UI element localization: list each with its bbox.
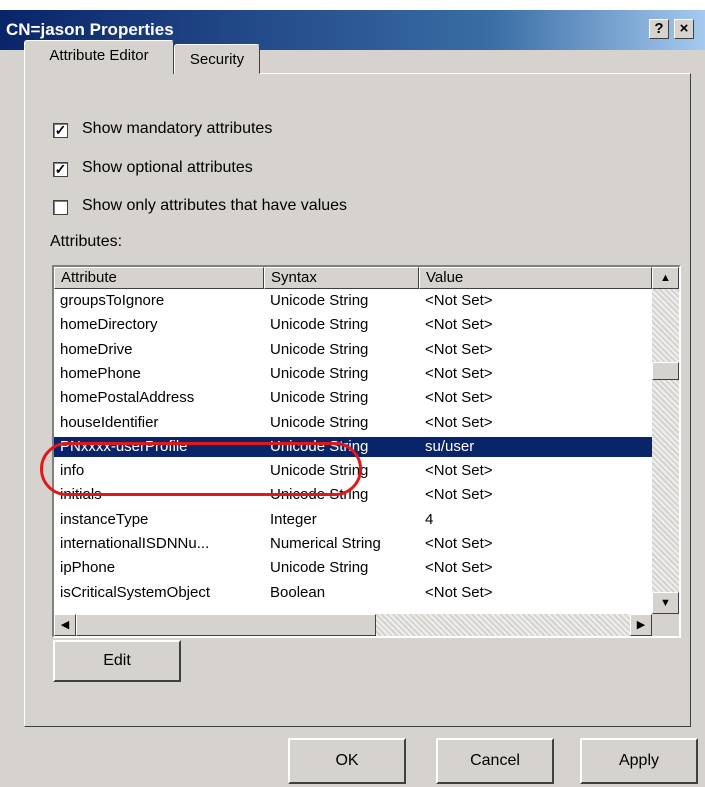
table-row[interactable]: initials Unicode String <Not Set> (54, 485, 652, 505)
window-title: CN=jason Properties (6, 20, 174, 39)
value-cell: <Not Set> (425, 559, 493, 577)
help-button[interactable]: ? (649, 19, 669, 39)
value-cell: <Not Set> (425, 462, 493, 480)
table-row[interactable]: homePostalAddress Unicode String <Not Set> (54, 388, 652, 408)
attribute-cell: PNxxxx-userProfile (60, 437, 188, 455)
table-row[interactable]: internationalISDNNu... Numerical String <N… (54, 534, 652, 554)
syntax-cell: Unicode String (270, 462, 369, 480)
value-cell: <Not Set> (425, 535, 493, 552)
syntax-cell: Unicode String (270, 437, 369, 455)
close-button[interactable]: × (674, 19, 694, 39)
table-row[interactable]: homePhone Unicode String <Not Set> (54, 364, 652, 384)
syntax-cell: Unicode String (270, 364, 369, 382)
value-cell: <Not Set> (425, 340, 493, 358)
scroll-down-button[interactable]: ▼ (652, 592, 679, 614)
mandatory-label: Show mandatory attributes (82, 120, 273, 137)
column-header-attribute[interactable]: Attribute (54, 267, 264, 289)
optional-checkbox[interactable]: ✓ (53, 162, 68, 177)
table-row[interactable]: homeDrive Unicode String <Not Set> (54, 340, 652, 360)
syntax-cell: Unicode String (270, 413, 369, 431)
horizontal-scrollbar[interactable]: ◀ ▶ (54, 614, 652, 636)
attribute-cell: homeDrive (60, 340, 133, 358)
syntax-cell: Integer (270, 510, 317, 528)
attribute-cell: houseIdentifier (60, 413, 159, 431)
scroll-thumb[interactable] (652, 362, 679, 380)
syntax-cell: Unicode String (270, 389, 369, 407)
values-only-label: Show only attributes that have values (82, 197, 348, 214)
scroll-up-button[interactable]: ▲ (652, 267, 679, 289)
scroll-left-button[interactable]: ◀ (54, 614, 76, 636)
horizontal-scroll-thumb[interactable] (76, 614, 376, 636)
table-row[interactable]: ipPhone Unicode String <Not Set> (54, 558, 652, 578)
syntax-cell: Unicode String (270, 340, 369, 358)
vertical-scrollbar[interactable]: ▲ ▼ (652, 267, 679, 614)
values-only-checkbox[interactable] (53, 200, 68, 215)
syntax-cell: Unicode String (270, 292, 369, 309)
syntax-cell: Numerical String (270, 535, 381, 552)
attributes-label: Attributes: (50, 233, 123, 250)
attribute-cell: internationalISDNNu... (60, 535, 210, 552)
attribute-cell: homeDirectory (60, 316, 158, 334)
value-cell: <Not Set> (425, 316, 493, 334)
value-cell: <Not Set> (425, 389, 493, 407)
properties-dialog: CN=jason Properties ? × Attribute Editor… (0, 10, 705, 787)
attribute-cell: groupsToIgnore (60, 292, 165, 309)
scroll-right-button[interactable]: ▶ (630, 614, 652, 636)
attribute-cell: info (60, 462, 85, 480)
attribute-cell: homePhone (60, 364, 141, 382)
table-row[interactable]: info Unicode String <Not Set> (54, 461, 652, 481)
value-cell: <Not Set> (425, 413, 493, 431)
syntax-cell: Unicode String (270, 486, 369, 504)
cancel-button[interactable]: Cancel (436, 738, 554, 784)
optional-label: Show optional attributes (82, 159, 253, 176)
ok-button[interactable]: OK (288, 738, 406, 784)
table-row[interactable]: homeDirectory Unicode String <Not Set> (54, 315, 652, 335)
column-header-value[interactable]: Value (419, 267, 652, 289)
table-row[interactable]: groupsToIgnore Unicode String <Not Set> (54, 291, 652, 311)
value-cell: <Not Set> (425, 583, 493, 601)
tab-security[interactable]: Security (174, 44, 260, 74)
scroll-corner (652, 614, 679, 636)
value-cell: 4 (425, 510, 434, 528)
value-cell: su/user (425, 437, 475, 455)
value-cell: <Not Set> (425, 364, 493, 382)
table-row[interactable]: isCriticalSystemObject Boolean <Not Set> (54, 583, 652, 603)
table-row[interactable]: houseIdentifier Unicode String <Not Set> (54, 413, 652, 433)
attribute-cell: instanceType (60, 510, 149, 528)
edit-button[interactable]: Edit (53, 640, 181, 682)
syntax-cell: Unicode String (270, 559, 369, 577)
mandatory-checkbox[interactable]: ✓ (53, 123, 68, 138)
attributes-list[interactable]: Attribute Syntax Value groupsToIgnore Uni… (52, 265, 681, 638)
value-cell: <Not Set> (425, 292, 493, 309)
apply-button[interactable]: Apply (580, 738, 698, 784)
syntax-cell: Unicode String (270, 316, 369, 334)
selected-table-row[interactable]: PNxxxx-userProfile Unicode String su/user (54, 436, 652, 457)
table-row[interactable]: instanceType Integer 4 (54, 510, 652, 530)
syntax-cell: Boolean (270, 583, 326, 601)
attribute-cell: ipPhone (60, 559, 116, 577)
value-cell: <Not Set> (425, 486, 493, 504)
attribute-cell: isCriticalSystemObject (60, 583, 211, 601)
attribute-cell: homePostalAddress (60, 389, 195, 407)
tab-attribute-editor[interactable]: Attribute Editor (24, 40, 174, 74)
column-header-syntax[interactable]: Syntax (264, 267, 419, 289)
attribute-cell: initials (60, 486, 102, 504)
